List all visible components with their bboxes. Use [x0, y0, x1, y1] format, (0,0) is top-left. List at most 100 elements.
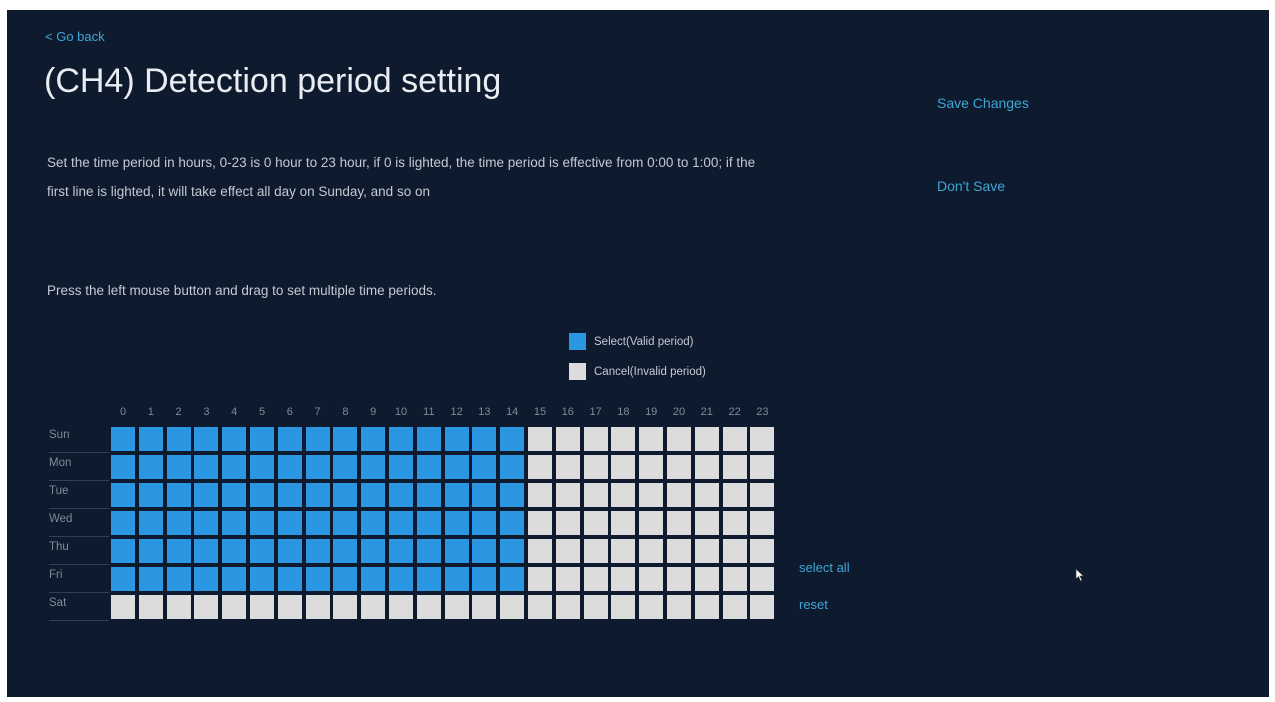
schedule-cell-tue-0[interactable]	[111, 483, 135, 507]
schedule-cell-mon-12[interactable]	[444, 455, 469, 479]
schedule-grid[interactable]: 0 1 2 3 4 5 6 7 8 9 10 11 12 13 14 15 16 17 18 19 20 21 22 23 Su…	[7, 10, 1269, 697]
schedule-cell-thu-11[interactable]	[416, 539, 441, 563]
schedule-cell-wed-17[interactable]	[583, 511, 608, 535]
schedule-cell-sun-14[interactable]	[500, 427, 525, 451]
schedule-cell-wed-2[interactable]	[166, 511, 191, 535]
schedule-cell-fri-17[interactable]	[583, 567, 608, 591]
schedule-cell-mon-7[interactable]	[305, 455, 330, 479]
schedule-cell-fri-23[interactable]	[750, 567, 775, 591]
schedule-cell-mon-20[interactable]	[667, 455, 691, 479]
schedule-cell-fri-8[interactable]	[333, 567, 358, 591]
schedule-cell-thu-19[interactable]	[639, 539, 664, 563]
schedule-cell-tue-6[interactable]	[277, 483, 302, 507]
schedule-cell-thu-2[interactable]	[166, 539, 191, 563]
schedule-cell-sun-20[interactable]	[667, 427, 691, 451]
schedule-cell-fri-16[interactable]	[555, 567, 580, 591]
schedule-cell-thu-22[interactable]	[722, 539, 747, 563]
schedule-cell-thu-23[interactable]	[750, 539, 775, 563]
schedule-cell-tue-14[interactable]	[500, 483, 525, 507]
schedule-cell-sun-13[interactable]	[472, 427, 497, 451]
schedule-cell-tue-13[interactable]	[472, 483, 497, 507]
schedule-cell-mon-0[interactable]	[111, 455, 135, 479]
schedule-cell-sun-1[interactable]	[138, 427, 163, 451]
schedule-cell-sat-3[interactable]	[194, 595, 219, 619]
schedule-cell-fri-5[interactable]	[250, 567, 274, 591]
schedule-cell-wed-16[interactable]	[555, 511, 580, 535]
schedule-cell-sun-7[interactable]	[305, 427, 330, 451]
schedule-cell-mon-19[interactable]	[639, 455, 664, 479]
schedule-cell-sun-3[interactable]	[194, 427, 219, 451]
schedule-cell-thu-12[interactable]	[444, 539, 469, 563]
schedule-cell-fri-0[interactable]	[111, 567, 135, 591]
schedule-cell-fri-2[interactable]	[166, 567, 191, 591]
schedule-cell-mon-18[interactable]	[611, 455, 636, 479]
schedule-cell-mon-2[interactable]	[166, 455, 191, 479]
schedule-cell-fri-18[interactable]	[611, 567, 636, 591]
schedule-cell-wed-1[interactable]	[138, 511, 163, 535]
schedule-cell-thu-13[interactable]	[472, 539, 497, 563]
schedule-cell-thu-20[interactable]	[667, 539, 691, 563]
schedule-cell-sat-19[interactable]	[639, 595, 664, 619]
schedule-cell-tue-11[interactable]	[416, 483, 441, 507]
schedule-cell-sat-15[interactable]	[528, 595, 552, 619]
schedule-cell-thu-7[interactable]	[305, 539, 330, 563]
schedule-cell-thu-15[interactable]	[528, 539, 552, 563]
schedule-cell-mon-9[interactable]	[361, 455, 386, 479]
schedule-cell-fri-1[interactable]	[138, 567, 163, 591]
schedule-cell-thu-14[interactable]	[500, 539, 525, 563]
schedule-cell-wed-8[interactable]	[333, 511, 358, 535]
schedule-cell-mon-4[interactable]	[222, 455, 247, 479]
schedule-cell-fri-20[interactable]	[667, 567, 691, 591]
schedule-cell-tue-22[interactable]	[722, 483, 747, 507]
schedule-cell-thu-6[interactable]	[277, 539, 302, 563]
schedule-cell-fri-14[interactable]	[500, 567, 525, 591]
schedule-cell-mon-10[interactable]	[389, 455, 413, 479]
schedule-cell-fri-3[interactable]	[194, 567, 219, 591]
schedule-cell-thu-21[interactable]	[694, 539, 719, 563]
schedule-cell-sat-8[interactable]	[333, 595, 358, 619]
schedule-cell-tue-7[interactable]	[305, 483, 330, 507]
schedule-cell-thu-3[interactable]	[194, 539, 219, 563]
schedule-cell-fri-10[interactable]	[389, 567, 413, 591]
schedule-cell-mon-23[interactable]	[750, 455, 775, 479]
schedule-cell-sat-6[interactable]	[277, 595, 302, 619]
schedule-cell-tue-21[interactable]	[694, 483, 719, 507]
schedule-cell-tue-5[interactable]	[250, 483, 274, 507]
schedule-cell-wed-21[interactable]	[694, 511, 719, 535]
schedule-cell-tue-1[interactable]	[138, 483, 163, 507]
schedule-cell-thu-17[interactable]	[583, 539, 608, 563]
schedule-cell-wed-12[interactable]	[444, 511, 469, 535]
schedule-cell-wed-19[interactable]	[639, 511, 664, 535]
schedule-cell-fri-19[interactable]	[639, 567, 664, 591]
schedule-cell-tue-23[interactable]	[750, 483, 775, 507]
schedule-cell-wed-3[interactable]	[194, 511, 219, 535]
schedule-cell-sun-12[interactable]	[444, 427, 469, 451]
schedule-cell-sat-10[interactable]	[389, 595, 413, 619]
schedule-cell-wed-5[interactable]	[250, 511, 274, 535]
schedule-cell-wed-9[interactable]	[361, 511, 386, 535]
schedule-cell-wed-0[interactable]	[111, 511, 135, 535]
schedule-cell-sat-14[interactable]	[500, 595, 525, 619]
schedule-cell-fri-12[interactable]	[444, 567, 469, 591]
schedule-cell-wed-11[interactable]	[416, 511, 441, 535]
schedule-cell-sat-11[interactable]	[416, 595, 441, 619]
schedule-cell-tue-2[interactable]	[166, 483, 191, 507]
schedule-cell-mon-16[interactable]	[555, 455, 580, 479]
schedule-cell-sat-17[interactable]	[583, 595, 608, 619]
schedule-cell-sat-20[interactable]	[667, 595, 691, 619]
schedule-cell-sun-8[interactable]	[333, 427, 358, 451]
schedule-cell-fri-11[interactable]	[416, 567, 441, 591]
schedule-cell-thu-5[interactable]	[250, 539, 274, 563]
schedule-cell-sat-18[interactable]	[611, 595, 636, 619]
schedule-cell-sun-23[interactable]	[750, 427, 775, 451]
schedule-cell-wed-4[interactable]	[222, 511, 247, 535]
schedule-cell-sun-11[interactable]	[416, 427, 441, 451]
select-all-button[interactable]: select all	[799, 560, 850, 575]
schedule-cell-sun-6[interactable]	[277, 427, 302, 451]
schedule-cell-sat-16[interactable]	[555, 595, 580, 619]
schedule-cell-tue-12[interactable]	[444, 483, 469, 507]
schedule-cell-thu-1[interactable]	[138, 539, 163, 563]
schedule-cell-thu-9[interactable]	[361, 539, 386, 563]
schedule-cell-sat-22[interactable]	[722, 595, 747, 619]
schedule-cell-tue-4[interactable]	[222, 483, 247, 507]
